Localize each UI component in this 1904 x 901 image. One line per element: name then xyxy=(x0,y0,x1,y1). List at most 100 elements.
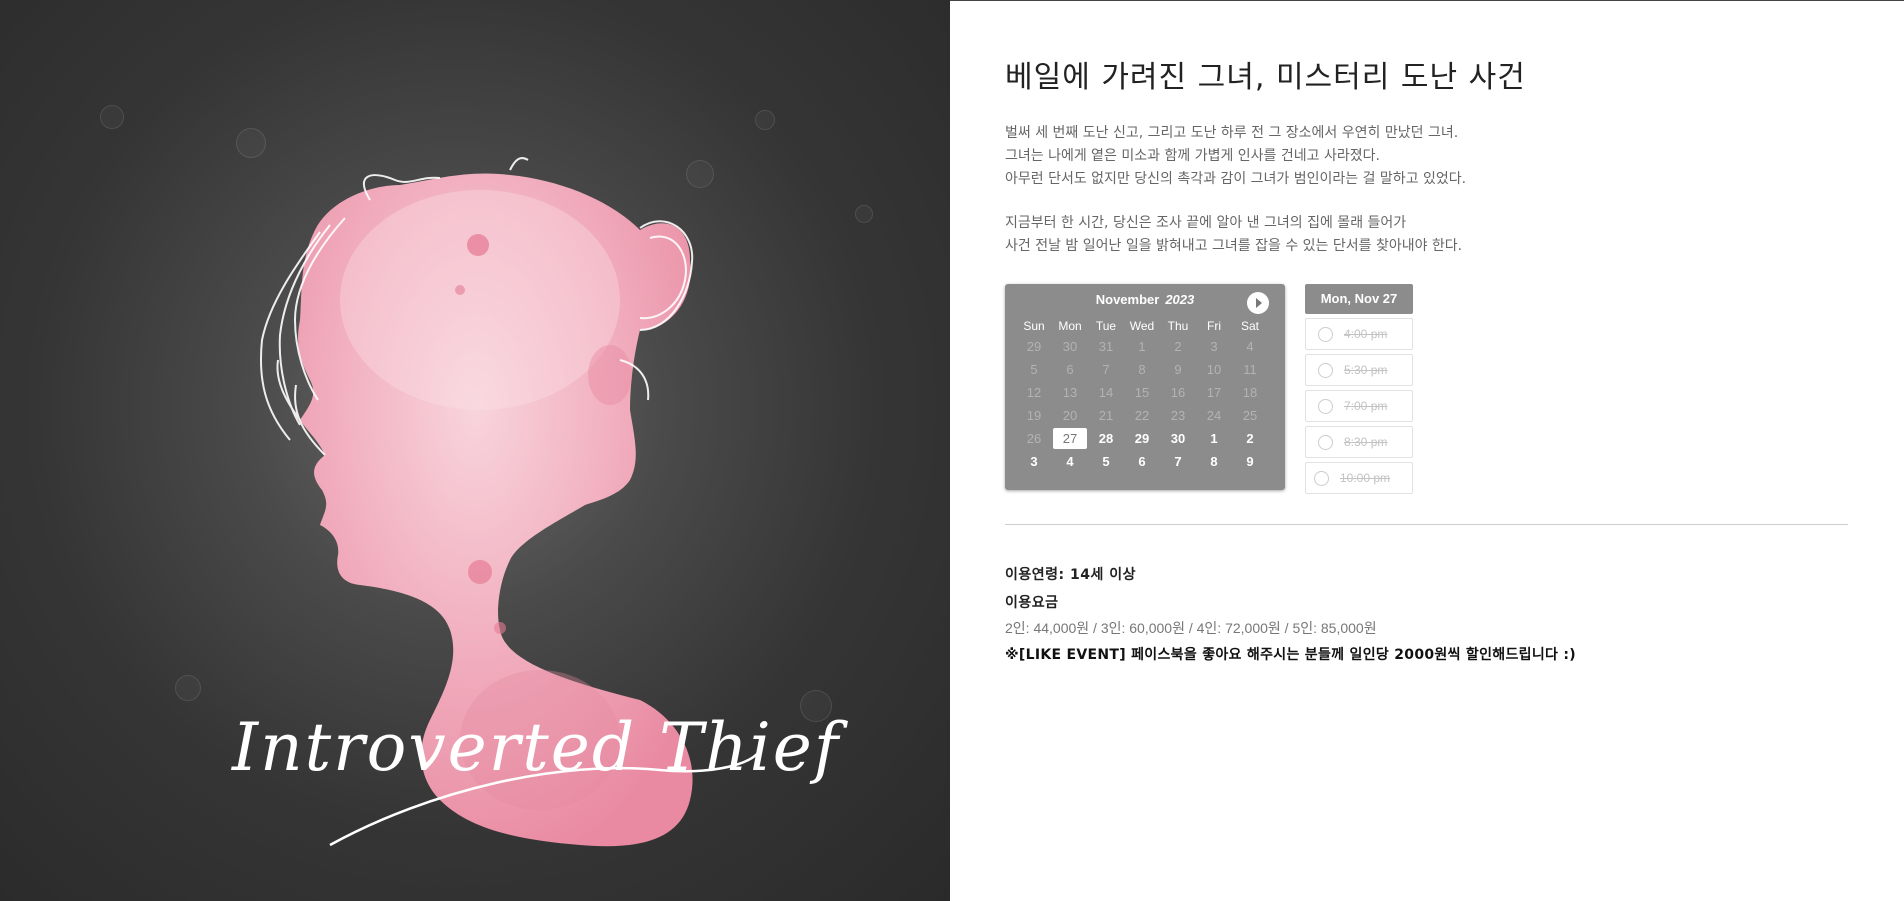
intro-paragraph: 지금부터 한 시간, 당신은 조사 끝에 알아 낸 그녀의 집에 몰래 들어가 … xyxy=(1005,212,1705,258)
calendar-month: November xyxy=(1095,292,1160,307)
calendar-week: 3 4 5 6 7 8 9 xyxy=(1016,450,1268,473)
next-month-button[interactable] xyxy=(1247,292,1269,314)
time-slot-unavailable: 8:30 pm xyxy=(1305,426,1413,458)
calendar-day-disabled: 5 xyxy=(1030,362,1038,377)
calendar-day[interactable]: 4 xyxy=(1052,450,1088,473)
calendar-day-disabled: 17 xyxy=(1206,385,1222,400)
calendar-week: 12 13 14 15 16 17 18 xyxy=(1016,381,1268,404)
calendar-day-disabled: 2 xyxy=(1174,339,1182,354)
calendar-day-disabled: 26 xyxy=(1026,431,1042,446)
calendar-day[interactable]: 2 xyxy=(1232,427,1268,450)
intro-text: 벌써 세 번째 도난 신고, 그리고 도난 하루 전 그 장소에서 우연히 만났… xyxy=(1005,122,1705,279)
weekday-row: Sun Mon Tue Wed Thu Fri Sat xyxy=(1016,317,1268,335)
calendar-day-disabled: 6 xyxy=(1066,362,1074,377)
age-limit: 이용연령: 14세 이상 xyxy=(1005,567,1136,583)
intro-line: 지금부터 한 시간, 당신은 조사 끝에 알아 낸 그녀의 집에 몰래 들어가 xyxy=(1005,215,1407,231)
time-slot-unavailable: 7:00 pm xyxy=(1305,390,1413,422)
calendar-day[interactable]: 5 xyxy=(1088,450,1124,473)
radio-icon xyxy=(1318,327,1333,342)
calendar-week: 5 6 7 8 9 10 11 xyxy=(1016,358,1268,381)
watercolor-spot xyxy=(468,560,492,584)
calendar-day-disabled: 7 xyxy=(1102,362,1110,377)
calendar-header: November 2023 xyxy=(1005,292,1285,307)
calendar-day[interactable]: 8 xyxy=(1196,450,1232,473)
calendar-day-disabled: 25 xyxy=(1242,408,1258,423)
intro-line: 사건 전날 밤 일어난 일을 밝혀내고 그녀를 잡을 수 있는 단서를 찾아내야… xyxy=(1005,238,1463,254)
fee-list: 2인: 44,000원 / 3인: 60,000원 / 4인: 72,000원 … xyxy=(1005,620,1377,636)
selected-date-label: Mon, Nov 27 xyxy=(1305,284,1413,314)
time-slot-unavailable: 10:00 pm xyxy=(1305,462,1413,494)
calendar-day-disabled: 18 xyxy=(1242,385,1258,400)
calendar-day-selected[interactable]: 27 xyxy=(1052,427,1088,450)
calendar-day[interactable]: 7 xyxy=(1160,450,1196,473)
calendar-day-disabled: 30 xyxy=(1062,339,1078,354)
weekday-label: Fri xyxy=(1207,319,1221,333)
radio-icon xyxy=(1318,363,1333,378)
calendar-week: 19 20 21 22 23 24 25 xyxy=(1016,404,1268,427)
event-notice: ※[LIKE EVENT] 페이스북을 좋아요 해주시는 분들께 일인당 200… xyxy=(1005,647,1576,663)
calendar-day-disabled: 15 xyxy=(1134,385,1150,400)
intro-line: 벌써 세 번째 도난 신고, 그리고 도난 하루 전 그 장소에서 우연히 만났… xyxy=(1005,125,1459,141)
calendar-week: 29 30 31 1 2 3 4 xyxy=(1016,335,1268,358)
time-slot-label: 5:30 pm xyxy=(1344,363,1388,377)
silhouette-illustration: Introverted Thief xyxy=(231,157,849,847)
intro-paragraph: 벌써 세 번째 도난 신고, 그리고 도난 하루 전 그 장소에서 우연히 만났… xyxy=(1005,122,1705,191)
time-slot-unavailable: 5:30 pm xyxy=(1305,354,1413,386)
calendar-day-disabled: 13 xyxy=(1062,385,1078,400)
calendar-day-disabled: 1 xyxy=(1138,339,1146,354)
weekday-label: Sat xyxy=(1240,319,1259,333)
watercolor-spot xyxy=(455,285,465,295)
weekday-label: Mon xyxy=(1058,319,1082,333)
time-slot-label: 10:00 pm xyxy=(1340,471,1391,485)
calendar-day[interactable]: 3 xyxy=(1016,450,1052,473)
calendar-day[interactable]: 29 xyxy=(1124,427,1160,450)
calendar-day-disabled: 3 xyxy=(1210,339,1218,354)
calendar-day-disabled: 9 xyxy=(1174,362,1182,377)
calendar-day-disabled: 14 xyxy=(1098,385,1114,400)
calendar-day-disabled: 16 xyxy=(1170,385,1186,400)
calendar-week: 26 27 28 29 30 1 2 xyxy=(1016,427,1268,450)
time-slot-label: 8:30 pm xyxy=(1344,435,1388,449)
calendar-day-disabled: 12 xyxy=(1026,385,1042,400)
calendar-day-disabled: 4 xyxy=(1246,339,1254,354)
calendar-day-disabled: 20 xyxy=(1062,408,1078,423)
calendar-day-disabled: 19 xyxy=(1026,408,1042,423)
intro-line: 아무런 단서도 없지만 당신의 촉각과 감이 그녀가 범인이라는 걸 말하고 있… xyxy=(1005,171,1467,187)
logo-text: Introverted Thief xyxy=(231,709,849,786)
calendar-day[interactable]: 28 xyxy=(1088,427,1124,450)
calendar-day[interactable]: 9 xyxy=(1232,450,1268,473)
highlight xyxy=(340,190,620,410)
weekday-label: Tue xyxy=(1095,319,1117,333)
calendar-day-disabled: 10 xyxy=(1206,362,1222,377)
weekday-label: Wed xyxy=(1129,319,1155,333)
calendar-day-disabled: 24 xyxy=(1206,408,1222,423)
calendar-day-disabled: 23 xyxy=(1170,408,1186,423)
weekday-label: Thu xyxy=(1167,319,1189,333)
section-divider xyxy=(1005,524,1848,525)
time-slot-label: 7:00 pm xyxy=(1344,399,1388,413)
page-title: 베일에 가려진 그녀, 미스터리 도난 사건 xyxy=(1005,60,1526,95)
pricing-info: 이용연령: 14세 이상 이용요금 2인: 44,000원 / 3인: 60,0… xyxy=(1005,564,1848,664)
calendar-day[interactable]: 1 xyxy=(1196,427,1232,450)
hero-image: Introverted Thief xyxy=(0,0,950,901)
selected-day-label: 27 xyxy=(1053,428,1087,449)
calendar-day-disabled: 31 xyxy=(1098,339,1114,354)
radio-icon xyxy=(1314,471,1329,486)
calendar-day-disabled: 22 xyxy=(1134,408,1150,423)
time-slot-unavailable: 4:00 pm xyxy=(1305,318,1413,350)
calendar-day[interactable]: 30 xyxy=(1160,427,1196,450)
watercolor-spot xyxy=(467,234,489,256)
calendar-day-disabled: 8 xyxy=(1138,362,1146,377)
calendar-grid: Sun Mon Tue Wed Thu Fri Sat 29 30 31 1 2… xyxy=(1016,317,1268,473)
time-slot-list: Mon, Nov 27 4:00 pm 5:30 pm 7:00 pm 8:30… xyxy=(1305,284,1413,494)
calendar-day-disabled: 21 xyxy=(1098,408,1114,423)
radio-icon xyxy=(1318,435,1333,450)
calendar-year: 2023 xyxy=(1165,292,1195,307)
watercolor-spot xyxy=(588,345,632,405)
watercolor-spot xyxy=(494,622,506,634)
calendar-day-disabled: 11 xyxy=(1243,362,1257,377)
booking-calendar: November 2023 Sun Mon Tue Wed Thu Fri Sat… xyxy=(1005,284,1285,490)
weekday-label: Sun xyxy=(1023,319,1045,333)
calendar-day[interactable]: 6 xyxy=(1124,450,1160,473)
radio-icon xyxy=(1318,399,1333,414)
